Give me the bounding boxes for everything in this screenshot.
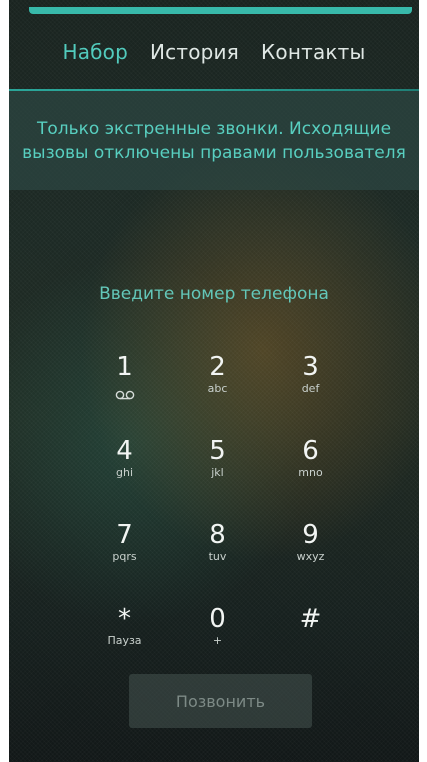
key-7[interactable]: 7 pqrs xyxy=(78,513,171,597)
key-digit: 6 xyxy=(302,436,319,466)
key-letters: wxyz xyxy=(296,550,325,563)
dialer-screen: Набор История Контакты Только экстренные… xyxy=(9,0,419,762)
key-6[interactable]: 6 mno xyxy=(264,429,357,513)
key-digit: 8 xyxy=(209,520,226,550)
key-8[interactable]: 8 tuv xyxy=(171,513,264,597)
key-hash[interactable]: # xyxy=(264,597,357,681)
call-button[interactable]: Позвонить xyxy=(129,674,312,728)
key-digit: * xyxy=(118,604,131,634)
phone-number-prompt[interactable]: Введите номер телефона xyxy=(9,284,419,304)
key-letters: Пауза xyxy=(107,634,142,647)
key-letters: def xyxy=(301,382,320,395)
restriction-notice: Только экстренные звонки. Исходящие вызо… xyxy=(9,91,419,190)
voicemail-icon xyxy=(115,385,135,404)
key-letters: jkl xyxy=(211,466,224,479)
key-digit: 7 xyxy=(116,520,133,550)
key-digit: 4 xyxy=(116,436,133,466)
top-accent-bar xyxy=(29,7,412,14)
key-digit: 1 xyxy=(116,352,133,382)
key-letters: abc xyxy=(207,382,228,395)
tab-contacts[interactable]: Контакты xyxy=(250,40,377,64)
restriction-notice-text: Только экстренные звонки. Исходящие вызо… xyxy=(22,118,406,163)
keypad: 1 2 abc 3 def 4 ghi 5 jkl 6 mno 7 pqrs 8… xyxy=(78,345,359,681)
key-digit: 5 xyxy=(209,436,226,466)
key-3[interactable]: 3 def xyxy=(264,345,357,429)
key-digit: # xyxy=(299,604,322,634)
tab-bar: Набор История Контакты xyxy=(9,14,419,90)
key-digit: 0 xyxy=(209,604,226,634)
key-5[interactable]: 5 jkl xyxy=(171,429,264,513)
key-star[interactable]: * Пауза xyxy=(78,597,171,681)
key-2[interactable]: 2 abc xyxy=(171,345,264,429)
key-letters: + xyxy=(212,634,223,647)
key-digit: 9 xyxy=(302,520,319,550)
key-1[interactable]: 1 xyxy=(78,345,171,429)
key-9[interactable]: 9 wxyz xyxy=(264,513,357,597)
key-letters: ghi xyxy=(115,466,133,479)
tab-dial[interactable]: Набор xyxy=(51,40,139,64)
key-letters: pqrs xyxy=(112,550,137,563)
key-letters: mno xyxy=(298,466,323,479)
tab-history[interactable]: История xyxy=(139,40,250,64)
key-4[interactable]: 4 ghi xyxy=(78,429,171,513)
key-letters: tuv xyxy=(208,550,227,563)
key-digit: 3 xyxy=(302,352,319,382)
key-0[interactable]: 0 + xyxy=(171,597,264,681)
key-digit: 2 xyxy=(209,352,226,382)
